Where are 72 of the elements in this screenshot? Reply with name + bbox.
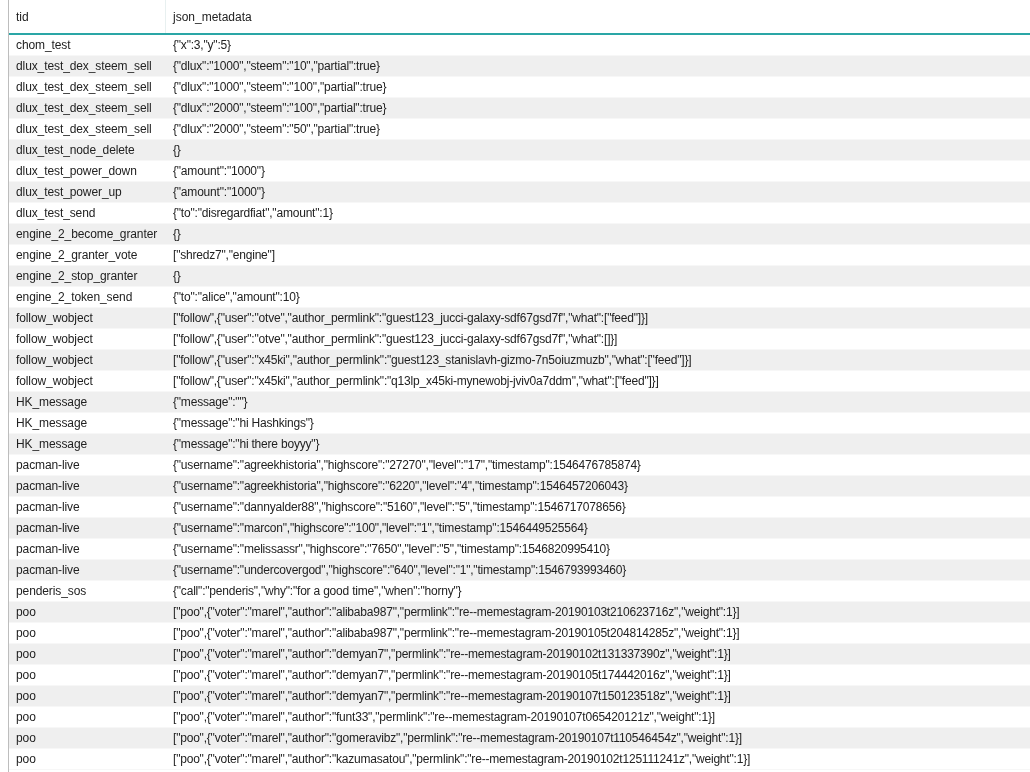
table-cell-text: {"dlux":"1000","steem":"10","partial":true}	[172, 58, 381, 75]
table-cell-text: {}	[172, 226, 182, 243]
table-cell-text: follow_wobject	[15, 373, 94, 390]
table-cell-text: {"message":"hi Hashkings"}	[172, 415, 315, 432]
table-cell-text: {}	[172, 142, 182, 159]
table-cell-text: {"username":"agreekhistoria","highscore":"6220","level":"4","timestamp":1546457206043}	[172, 478, 629, 495]
table-cell-text: chom_test	[15, 37, 72, 54]
table-cell-text: {"to":"alice","amount":10}	[172, 289, 301, 306]
table-cell-text: dlux_test_dex_steem_sell	[15, 79, 153, 96]
table-cell-text: engine_2_granter_vote	[15, 247, 139, 264]
table-cell-text: poo	[15, 709, 37, 726]
table-cell-text: ["follow",{"user":"otve","author_permlink":"guest123_jucci-galaxy-sdf67gsd7f","what":["feed"]}]	[172, 310, 649, 327]
table-cell-text: ["follow",{"user":"x45ki","author_permlink":"guest123_stanislavh-gizmo-7n5oiuzmuzb","what":["feed"]}]	[172, 352, 693, 369]
table-cell-text: engine_2_stop_granter	[15, 268, 139, 285]
table-cell-text: poo	[15, 646, 37, 663]
table-cell-text: {"username":"agreekhistoria","highscore":"27270","level":"17","timestamp":1546476785874}	[172, 457, 642, 474]
table-cell-text: ["poo",{"voter":"marel","author":"alibaba987","permlink":"re--memestagram-20190105t204814285z","weight":1}]	[172, 625, 741, 642]
table-cell-text: {"dlux":"2000","steem":"50","partial":true}	[172, 121, 381, 138]
table-cell-text: {"username":"dannyalder88","highscore":"5160","level":"5","timestamp":1546717078656}	[172, 499, 627, 516]
table-cell-text: ["follow",{"user":"x45ki","author_permlink":"q13lp_x45ki-mynewobj-jviv0a7ddm","what":["feed"]}]	[172, 373, 660, 390]
table-cell-text: engine_2_become_granter	[15, 226, 159, 243]
table-cell-text: dlux_test_power_down	[15, 163, 138, 180]
table-cell-text: dlux_test_dex_steem_sell	[15, 100, 153, 117]
table-cell-text: ["poo",{"voter":"marel","author":"kazumasatou","permlink":"re--memestagram-20190102t125111241z","weight":1}]	[172, 751, 752, 768]
table-cell-text: ["poo",{"voter":"marel","author":"demyan7","permlink":"re--memestagram-20190105t174442016z","weight":1}]	[172, 667, 732, 684]
table-cell-text: poo	[15, 751, 37, 768]
table-cell-text: {"call":"penderis","why":"for a good time","when":"horny"}	[172, 583, 463, 600]
table-cell-text: ["shredz7","engine"]	[172, 247, 276, 264]
table-cell-text: dlux_test_send	[15, 205, 97, 222]
table-cell-text: poo	[15, 604, 37, 621]
table-cell-text: dlux_test_power_up	[15, 184, 123, 201]
table-cell-text: HK_message	[15, 436, 89, 453]
column-header[interactable]: json_metadata	[166, 0, 1030, 33]
table-cell-text: dlux_test_dex_steem_sell	[15, 121, 153, 138]
table-cell-text: ["poo",{"voter":"marel","author":"alibaba987","permlink":"re--memestagram-20190103t210623716z","weight":1}]	[172, 604, 741, 621]
table-cell-text: ["poo",{"voter":"marel","author":"gomeravibz","permlink":"re--memestagram-20190107t110546454z","weight":1}]	[172, 730, 743, 747]
table-cell-text: penderis_sos	[15, 583, 88, 600]
table-cell-text: follow_wobject	[15, 352, 94, 369]
table-cell-text: ["poo",{"voter":"marel","author":"funt33","permlink":"re--memestagram-20190107t065420121z","weight":1}]	[172, 709, 716, 726]
table-cell-text: {"amount":"1000"}	[172, 184, 266, 201]
table-cell-text: {}	[172, 268, 182, 285]
table-cell-text: poo	[15, 667, 37, 684]
table-cell-text: follow_wobject	[15, 331, 94, 348]
table-cell-text: follow_wobject	[15, 310, 94, 327]
table-cell-text: dlux_test_node_delete	[15, 142, 136, 159]
table-cell-text: ["poo",{"voter":"marel","author":"demyan7","permlink":"re--memestagram-20190107t150123518z","weight":1}]	[172, 688, 732, 705]
table-cell-text: pacman-live	[15, 562, 81, 579]
table-cell-text: {"username":"marcon","highscore":"100","level":"1","timestamp":1546449525564}	[172, 520, 589, 537]
table-cell-text: {"dlux":"2000","steem":"100","partial":true}	[172, 100, 388, 117]
table-cell-text: pacman-live	[15, 478, 81, 495]
table-cell-text: poo	[15, 730, 37, 747]
table-cell-text: {"dlux":"1000","steem":"100","partial":true}	[172, 79, 388, 96]
table-cell-text: pacman-live	[15, 457, 81, 474]
table-cell-text: pacman-live	[15, 520, 81, 537]
table-cell-text: poo	[15, 625, 37, 642]
table-cell-text: {"x":3,"y":5}	[172, 37, 232, 54]
table-cell-text: {"username":"undercovergod","highscore":"640","level":"1","timestamp":1546793993460}	[172, 562, 628, 579]
table-cell-text: ["poo",{"voter":"marel","author":"demyan7","permlink":"re--memestagram-20190102t131337390z","weight":1}]	[172, 646, 732, 663]
table-cell-text: poo	[15, 688, 37, 705]
table-cell-text: pacman-live	[15, 541, 81, 558]
table-cell-text: dlux_test_dex_steem_sell	[15, 58, 153, 75]
column-header[interactable]: tid	[9, 0, 166, 33]
table-cell-text: engine_2_token_send	[15, 289, 134, 306]
table-cell-text: {"username":"melissassr","highscore":"7650","level":"5","timestamp":1546820995410}	[172, 541, 611, 558]
table-cell-text: pacman-live	[15, 499, 81, 516]
table-cell-text: HK_message	[15, 394, 89, 411]
table-cell-text: ["follow",{"user":"otve","author_permlink":"guest123_jucci-galaxy-sdf67gsd7f","what":[]}]	[172, 331, 619, 348]
table-cell-text: {"amount":"1000"}	[172, 163, 266, 180]
table-cell-text: HK_message	[15, 415, 89, 432]
table-cell-text: {"message":""}	[172, 394, 249, 411]
table-cell-text: {"to":"disregardfiat","amount":1}	[172, 205, 334, 222]
table-cell-text: {"message":"hi there boyyy"}	[172, 436, 321, 453]
